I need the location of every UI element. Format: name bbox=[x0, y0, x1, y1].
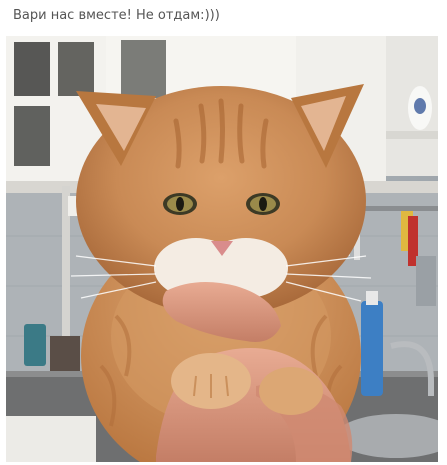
jar bbox=[24, 324, 46, 366]
kitten-photo[interactable] bbox=[6, 36, 438, 462]
right-paw bbox=[259, 367, 323, 415]
post-caption: Вари нас вместе! Не отдам:))) bbox=[13, 8, 220, 23]
detergent-bottle bbox=[361, 301, 383, 396]
post-card: Вари нас вместе! Не отдам:))) bbox=[0, 0, 447, 465]
photo-canvas bbox=[6, 36, 438, 462]
